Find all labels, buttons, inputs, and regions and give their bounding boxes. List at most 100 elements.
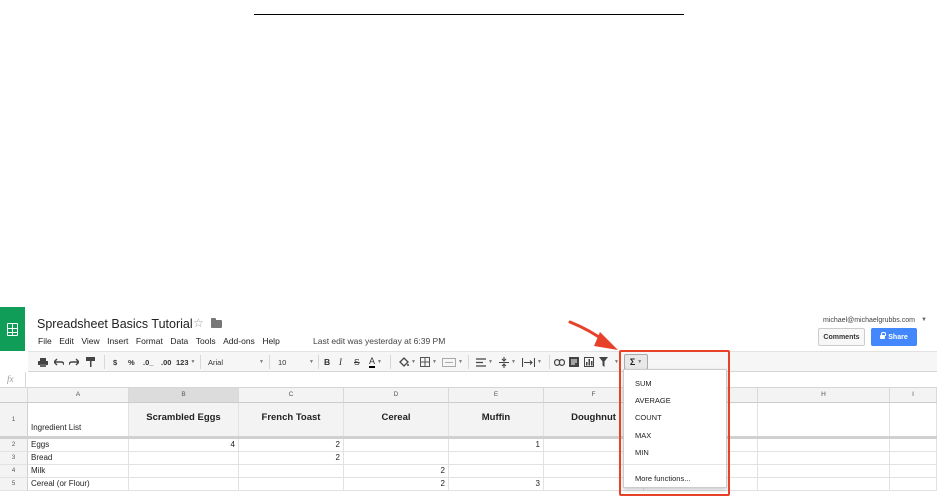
table-cell[interactable] xyxy=(758,452,890,465)
insert-link-icon[interactable] xyxy=(554,355,565,369)
undo-icon[interactable] xyxy=(54,355,64,369)
table-cell[interactable] xyxy=(239,465,344,478)
table-cell[interactable] xyxy=(890,439,937,452)
column-header[interactable]: I xyxy=(890,388,937,402)
toolbar-divider xyxy=(549,355,550,369)
share-button[interactable]: Share xyxy=(871,328,917,346)
table-cell[interactable] xyxy=(890,465,937,478)
more-formats-button[interactable]: 123 ▼ xyxy=(176,355,195,369)
table-cell[interactable]: Cereal (or Flour) xyxy=(28,478,129,491)
annotation-highlight-box xyxy=(619,350,730,496)
table-cell[interactable] xyxy=(129,478,239,491)
table-cell[interactable]: 4 xyxy=(129,439,239,452)
menu-format[interactable]: Format xyxy=(136,336,163,346)
chevron-down-icon: ▼ xyxy=(458,359,463,365)
table-cell[interactable] xyxy=(449,452,544,465)
table-cell[interactable] xyxy=(449,465,544,478)
insert-chart-icon[interactable] xyxy=(584,355,594,369)
increase-decimal-button[interactable]: .00 xyxy=(161,355,171,369)
table-cell[interactable] xyxy=(129,465,239,478)
fill-color-button[interactable]: ▼ xyxy=(399,355,416,369)
italic-button[interactable]: I xyxy=(339,355,342,369)
redo-icon[interactable] xyxy=(69,355,79,369)
column-header[interactable]: E xyxy=(449,388,544,402)
table-cell[interactable]: 2 xyxy=(239,439,344,452)
percent-format-button[interactable]: % xyxy=(128,355,135,369)
decrease-decimal-button[interactable]: .0_ xyxy=(143,355,153,369)
column-header[interactable]: C xyxy=(239,388,344,402)
table-cell[interactable] xyxy=(758,465,890,478)
borders-button[interactable]: ▼ xyxy=(420,355,437,369)
bold-button[interactable]: B xyxy=(324,355,330,369)
table-cell[interactable] xyxy=(239,478,344,491)
filter-icon[interactable] xyxy=(599,355,608,369)
column-header[interactable]: D xyxy=(344,388,449,402)
table-cell[interactable]: Milk xyxy=(28,465,129,478)
star-icon[interactable]: ☆ xyxy=(193,316,204,330)
column-header[interactable]: H xyxy=(758,388,890,402)
menu-file[interactable]: File xyxy=(38,336,52,346)
menu-edit[interactable]: Edit xyxy=(59,336,74,346)
account-caret-icon[interactable]: ▼ xyxy=(921,317,927,323)
paint-format-icon[interactable] xyxy=(86,355,95,369)
table-cell[interactable] xyxy=(758,439,890,452)
row-header[interactable]: 4 xyxy=(0,465,28,478)
insert-comment-icon[interactable] xyxy=(569,355,579,369)
top-rule-line xyxy=(254,14,684,15)
menu-help[interactable]: Help xyxy=(262,336,279,346)
menu-view[interactable]: View xyxy=(81,336,99,346)
merge-cells-button[interactable]: ▼ xyxy=(442,355,463,369)
table-cell[interactable]: 2 xyxy=(239,452,344,465)
sheets-logo-icon[interactable] xyxy=(0,307,25,351)
table-cell[interactable]: Ingredient List xyxy=(28,403,129,437)
table-cell[interactable] xyxy=(758,403,890,437)
strikethrough-button[interactable]: S xyxy=(354,355,360,369)
table-cell[interactable]: French Toast xyxy=(239,403,344,437)
text-wrapping-button[interactable]: ▼ xyxy=(522,355,542,369)
table-cell[interactable]: Cereal xyxy=(344,403,449,437)
row-header[interactable]: 2 xyxy=(0,439,28,452)
table-cell[interactable]: Bread xyxy=(28,452,129,465)
table-cell[interactable] xyxy=(344,439,449,452)
menu-data[interactable]: Data xyxy=(170,336,188,346)
table-cell[interactable]: 2 xyxy=(344,465,449,478)
table-cell[interactable]: Muffin xyxy=(449,403,544,437)
menu-tools[interactable]: Tools xyxy=(196,336,216,346)
menu-addons[interactable]: Add-ons xyxy=(223,336,255,346)
print-icon[interactable] xyxy=(38,355,48,369)
table-cell[interactable]: Eggs xyxy=(28,439,129,452)
table-cell[interactable] xyxy=(129,452,239,465)
column-header[interactable]: B xyxy=(129,388,239,402)
table-cell[interactable]: 3 xyxy=(449,478,544,491)
table-cell[interactable]: 1 xyxy=(449,439,544,452)
table-cell[interactable] xyxy=(758,478,890,491)
table-row: 2 Eggs 4 2 1 xyxy=(0,439,937,452)
font-size-select[interactable]: 10 ▼ xyxy=(278,355,314,369)
text-color-button[interactable]: A ▼ xyxy=(369,355,382,369)
table-cell[interactable]: Scrambled Eggs xyxy=(129,403,239,437)
more-formats-label: 123 xyxy=(176,357,189,367)
comments-button[interactable]: Comments xyxy=(818,328,865,346)
filter-menu-caret[interactable]: ▼ xyxy=(612,355,619,369)
row-header[interactable]: 1 xyxy=(0,403,28,437)
horizontal-align-button[interactable]: ▼ xyxy=(476,355,493,369)
account-email[interactable]: michael@michaelgrubbs.com xyxy=(823,317,915,324)
font-family-select[interactable]: Arial ▼ xyxy=(208,355,264,369)
table-cell[interactable] xyxy=(890,452,937,465)
currency-format-button[interactable]: $ xyxy=(113,355,117,369)
table-cell[interactable] xyxy=(890,403,937,437)
text-color-label: A xyxy=(369,356,376,368)
last-edit-link[interactable]: Last edit was yesterday at 6:39 PM xyxy=(313,336,445,346)
column-header[interactable]: A xyxy=(28,388,129,402)
folder-icon[interactable] xyxy=(211,318,222,328)
select-all-corner[interactable] xyxy=(0,388,28,402)
row-header[interactable]: 5 xyxy=(0,478,28,491)
font-size-value: 10 xyxy=(278,357,287,367)
menu-insert[interactable]: Insert xyxy=(107,336,128,346)
document-title[interactable]: Spreadsheet Basics Tutorial xyxy=(37,317,193,331)
vertical-align-button[interactable]: ▼ xyxy=(499,355,516,369)
table-cell[interactable] xyxy=(344,452,449,465)
row-header[interactable]: 3 xyxy=(0,452,28,465)
table-cell[interactable]: 2 xyxy=(344,478,449,491)
table-cell[interactable] xyxy=(890,478,937,491)
